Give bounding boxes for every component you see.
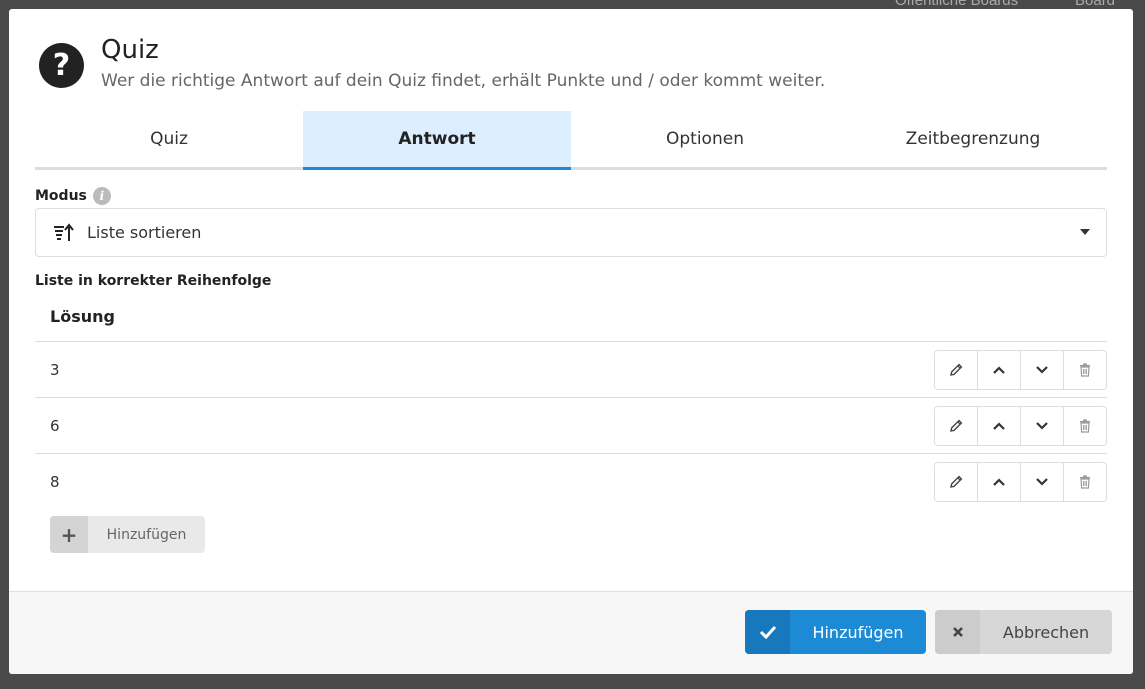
trash-icon [1080, 419, 1090, 433]
tab-optionen[interactable]: Optionen [571, 111, 839, 167]
row-value: 6 [50, 417, 60, 435]
quiz-modal: ? Quiz Wer die richtige Antwort auf dein… [9, 9, 1133, 674]
chevron-down-icon [1036, 478, 1048, 486]
edit-button[interactable] [935, 351, 978, 389]
info-icon[interactable]: i [92, 187, 111, 205]
mode-label: Modus [35, 188, 87, 204]
chevron-down-icon [1036, 366, 1048, 374]
submit-button[interactable]: Hinzufügen [745, 610, 926, 654]
question-icon: ? [39, 43, 84, 88]
chevron-up-icon [993, 478, 1005, 486]
trash-icon [1080, 475, 1090, 489]
bg-link-public-boards: Öffentliche Boards [895, 0, 1019, 9]
mode-select-value: Liste sortieren [87, 223, 202, 242]
table-row: 8 [35, 453, 1107, 509]
delete-button[interactable] [1064, 463, 1106, 501]
row-actions [934, 406, 1107, 446]
submit-label: Hinzufügen [812, 622, 904, 642]
chevron-up-icon [993, 366, 1005, 374]
trash-icon [1080, 363, 1090, 377]
mode-select[interactable]: Liste sortieren [35, 208, 1107, 257]
add-row-label: Hinzufügen [106, 526, 187, 543]
edit-button[interactable] [935, 407, 978, 445]
solution-table: 3 6 8 [35, 341, 1107, 509]
check-icon [745, 610, 790, 654]
pencil-icon [950, 363, 963, 376]
pencil-icon [950, 419, 963, 432]
modal-title: Quiz [101, 35, 159, 65]
cancel-button[interactable]: Abbrechen [935, 610, 1112, 654]
tab-bar: Quiz Antwort Optionen Zeitbegrenzung [35, 111, 1107, 170]
pencil-icon [950, 475, 963, 488]
sort-list-icon [54, 222, 74, 241]
cancel-label: Abbrechen [1002, 622, 1090, 642]
modal-subtitle: Wer die richtige Antwort auf dein Quiz f… [101, 71, 826, 91]
table-row: 6 [35, 397, 1107, 453]
row-actions [934, 350, 1107, 390]
row-value: 3 [50, 361, 60, 379]
tab-quiz[interactable]: Quiz [35, 111, 303, 167]
chevron-up-icon [993, 422, 1005, 430]
delete-button[interactable] [1064, 351, 1106, 389]
move-up-button[interactable] [978, 407, 1021, 445]
move-down-button[interactable] [1021, 463, 1064, 501]
add-row-button[interactable]: + Hinzufügen [50, 516, 205, 553]
tab-zeitbegrenzung[interactable]: Zeitbegrenzung [839, 111, 1107, 167]
plus-icon: + [50, 516, 88, 553]
table-row: 3 [35, 341, 1107, 397]
column-header-solution: Lösung [50, 307, 115, 326]
move-down-button[interactable] [1021, 351, 1064, 389]
tab-antwort[interactable]: Antwort [303, 111, 571, 170]
chevron-down-icon [1036, 422, 1048, 430]
list-label: Liste in korrekter Reihenfolge [35, 273, 272, 289]
row-actions [934, 462, 1107, 502]
move-up-button[interactable] [978, 351, 1021, 389]
mode-label-group: Modus i [35, 187, 111, 205]
chevron-down-icon [1080, 229, 1090, 235]
edit-button[interactable] [935, 463, 978, 501]
close-icon [935, 610, 980, 654]
delete-button[interactable] [1064, 407, 1106, 445]
move-down-button[interactable] [1021, 407, 1064, 445]
move-up-button[interactable] [978, 463, 1021, 501]
row-value: 8 [50, 473, 60, 491]
